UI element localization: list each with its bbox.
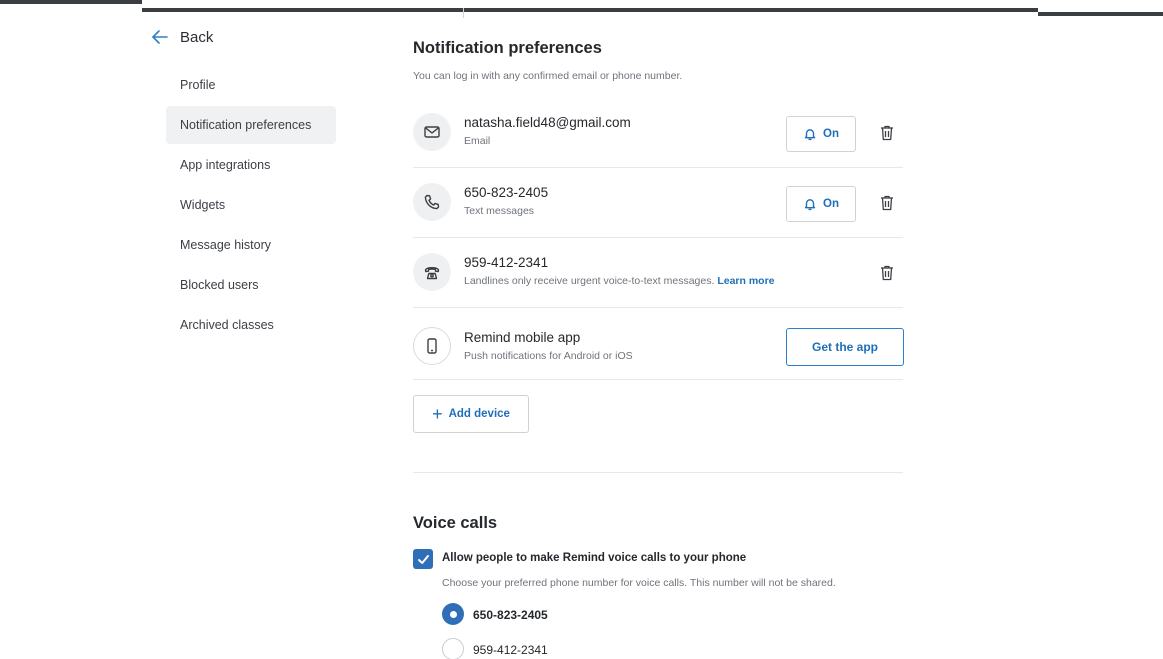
- toggle-label: On: [823, 128, 839, 140]
- device-icon-badge: [413, 327, 451, 365]
- allow-voice-calls-checkbox[interactable]: [413, 549, 433, 569]
- plus-icon: +: [432, 404, 443, 424]
- device-row-landline: 959-412-2341 Landlines only receive urge…: [413, 238, 903, 308]
- mobile-device-icon: [427, 338, 437, 354]
- section-divider: [413, 472, 903, 473]
- device-icon-badge: [413, 183, 451, 221]
- voice-number-label: 959-412-2341: [473, 643, 548, 657]
- page-subtitle: You can log in with any confirmed email …: [413, 70, 683, 82]
- trash-icon: [881, 195, 893, 211]
- device-address: 959-412-2341: [464, 255, 549, 270]
- toggle-label: On: [823, 198, 839, 210]
- get-the-app-button[interactable]: Get the app: [786, 328, 904, 366]
- voice-number-radio-650[interactable]: [442, 603, 464, 625]
- device-row-phone: 650-823-2405 Text messages On: [413, 168, 903, 238]
- radio-dot: [449, 610, 457, 618]
- back-button[interactable]: Back: [150, 26, 213, 48]
- voice-number-radio-959[interactable]: [442, 638, 464, 659]
- sidebar-item-message-history[interactable]: Message history: [166, 226, 336, 264]
- allow-voice-calls-label: Allow people to make Remind voice calls …: [442, 552, 747, 564]
- device-icon-badge: [413, 113, 451, 151]
- trash-icon: [881, 125, 893, 141]
- device-row-email: natasha.field48@gmail.com Email On: [413, 98, 903, 168]
- envelope-icon: [424, 126, 440, 138]
- top-bar: [142, 8, 1038, 12]
- delete-phone-button[interactable]: [878, 193, 896, 213]
- device-row-mobile-app: Remind mobile app Push notifications for…: [413, 308, 904, 380]
- landline-icon: [424, 267, 440, 280]
- top-bar-left: [0, 0, 142, 4]
- top-bar-divider: [463, 8, 464, 18]
- device-type: Landlines only receive urgent voice-to-t…: [464, 275, 775, 287]
- add-device-label: Add device: [448, 408, 510, 420]
- trash-icon: [881, 265, 893, 281]
- delete-email-button[interactable]: [878, 123, 896, 143]
- email-notifications-toggle-button[interactable]: On: [786, 116, 856, 152]
- device-address: natasha.field48@gmail.com: [464, 115, 631, 130]
- delete-landline-button[interactable]: [878, 263, 896, 283]
- sidebar-item-archived-classes[interactable]: Archived classes: [166, 306, 336, 344]
- sidebar-item-blocked-users[interactable]: Blocked users: [166, 266, 336, 304]
- page-title: Notification preferences: [413, 39, 602, 57]
- settings-sidebar: Profile Notification preferences App int…: [166, 66, 336, 346]
- add-device-button[interactable]: + Add device: [413, 395, 529, 433]
- text-notifications-toggle-button[interactable]: On: [786, 186, 856, 222]
- top-bar-right: [1038, 12, 1163, 16]
- landline-note: Landlines only receive urgent voice-to-t…: [464, 275, 715, 287]
- bell-icon: [804, 129, 816, 141]
- device-address: 650-823-2405: [464, 185, 549, 200]
- back-label: Back: [180, 28, 214, 46]
- device-type: Text messages: [464, 205, 535, 217]
- bell-icon: [804, 199, 816, 211]
- device-icon-badge: [413, 253, 451, 291]
- device-address: Remind mobile app: [464, 330, 581, 345]
- arrow-left-icon: [152, 30, 168, 44]
- phone-icon: [424, 194, 440, 210]
- sidebar-item-app-integrations[interactable]: App integrations: [166, 146, 336, 184]
- voice-calls-description: Choose your preferred phone number for v…: [442, 577, 836, 589]
- sidebar-item-profile[interactable]: Profile: [166, 66, 336, 104]
- voice-number-label: 650-823-2405: [473, 608, 548, 622]
- voice-calls-title: Voice calls: [413, 514, 498, 532]
- device-type: Email: [464, 135, 491, 147]
- learn-more-link[interactable]: Learn more: [717, 275, 774, 287]
- device-type: Push notifications for Android or iOS: [464, 350, 633, 362]
- checkmark-icon: [417, 554, 429, 564]
- settings-page: Back Profile Notification preferences Ap…: [0, 0, 1163, 659]
- sidebar-item-widgets[interactable]: Widgets: [166, 186, 336, 224]
- sidebar-item-notification-preferences[interactable]: Notification preferences: [166, 106, 336, 144]
